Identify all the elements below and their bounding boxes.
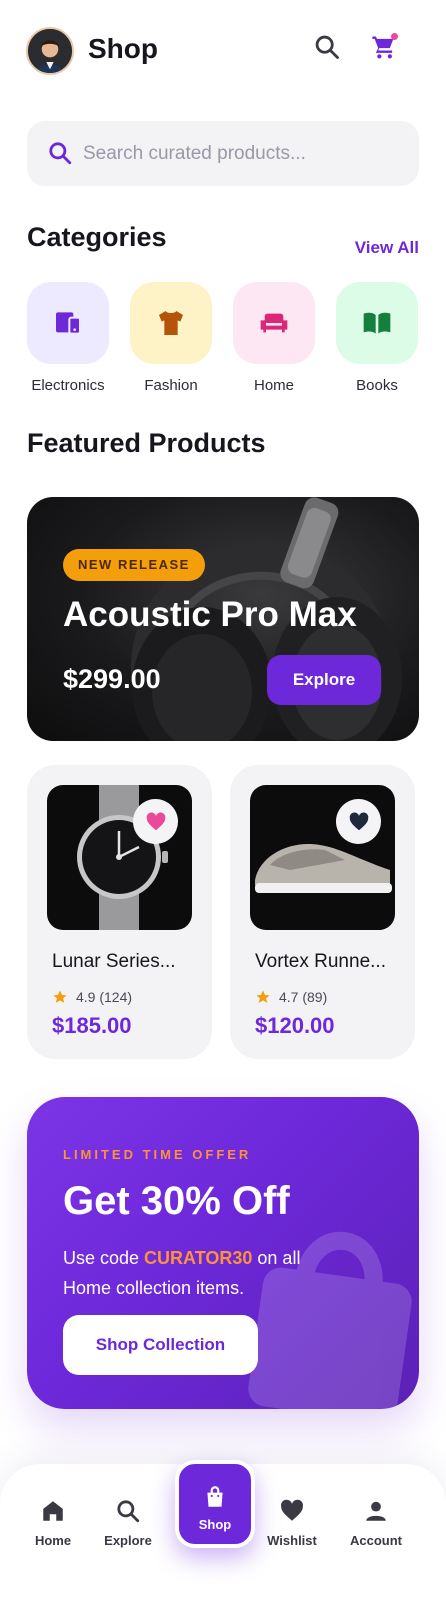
product-name: Lunar Series... (52, 951, 176, 972)
person-icon (366, 1501, 386, 1521)
promo-desc-before: Use code (63, 1248, 145, 1268)
devices-icon (56, 312, 81, 335)
heart-icon (281, 1499, 304, 1521)
category-electronics[interactable]: Electronics (27, 282, 109, 394)
category-tile (336, 282, 418, 364)
avatar[interactable] (26, 27, 74, 75)
category-label: Books (356, 377, 398, 394)
nav-explore[interactable]: Explore (88, 1498, 168, 1548)
product-rating: 4.9 (124) (52, 989, 132, 1005)
promo-title: Get 30% Off (63, 1179, 290, 1223)
promo-code: CURATOR30 (144, 1248, 253, 1268)
nav-account[interactable]: Account (336, 1498, 416, 1548)
search-icon (117, 1500, 140, 1523)
cart-icon[interactable] (370, 33, 398, 61)
view-all-link[interactable]: View All (355, 238, 419, 258)
product-name: Vortex Runne... (255, 951, 386, 972)
rating-text: 4.7 (89) (279, 989, 328, 1005)
nav-label: Home (34, 1533, 72, 1548)
nav-label: Account (350, 1533, 402, 1548)
nav-label: Shop (198, 1517, 232, 1532)
bottom-nav: Home Explore Shop Wishlist Account (0, 1460, 446, 1600)
app-header: Shop (0, 0, 446, 100)
sofa-icon (260, 313, 288, 333)
nav-label: Explore (104, 1533, 152, 1548)
product-price: $185.00 (52, 1013, 132, 1038)
cart-badge (391, 33, 398, 40)
nav-shop[interactable]: Shop (175, 1460, 255, 1548)
featured-title: Featured Products (27, 428, 266, 458)
category-label: Fashion (144, 377, 198, 394)
categories-title: Categories (27, 222, 167, 252)
star-icon (53, 990, 67, 1003)
hero-title: Acoustic Pro Max (63, 595, 357, 634)
nav-home[interactable]: Home (13, 1498, 93, 1548)
category-fashion[interactable]: Fashion (130, 282, 212, 394)
category-tile (233, 282, 315, 364)
shirt-icon (159, 311, 183, 335)
product-price: $120.00 (255, 1013, 335, 1038)
promo-banner: LIMITED TIME OFFER Get 30% Off Use code … (27, 1097, 419, 1409)
shopping-bag-icon (207, 1486, 223, 1507)
promo-description: Use code CURATOR30 on all Home collectio… (63, 1243, 343, 1303)
heart-icon (349, 811, 368, 830)
category-label: Home (253, 377, 294, 394)
product-rating: 4.7 (89) (255, 989, 327, 1005)
search-icon[interactable] (313, 33, 341, 61)
shop-collection-button[interactable]: Shop Collection (63, 1315, 258, 1375)
nav-wishlist[interactable]: Wishlist (252, 1498, 332, 1548)
home-icon (43, 1501, 63, 1521)
heart-icon (146, 811, 165, 830)
favorite-button[interactable] (336, 799, 381, 844)
product-card[interactable]: Vortex Runne... 4.7 (89) $120.00 (230, 765, 415, 1059)
category-books[interactable]: Books (336, 282, 418, 394)
category-home[interactable]: Home (233, 282, 315, 394)
hero-price: $299.00 (63, 664, 161, 694)
app-title: Shop (88, 33, 158, 64)
favorite-button[interactable] (133, 799, 178, 844)
nav-label: Wishlist (267, 1533, 317, 1548)
product-card[interactable]: Lunar Series... 4.9 (124) $185.00 (27, 765, 212, 1059)
book-icon (363, 312, 391, 334)
search-icon (49, 142, 72, 165)
avatar-image (28, 29, 72, 73)
explore-button[interactable]: Explore (267, 655, 381, 705)
category-tile (27, 282, 109, 364)
promo-kicker: LIMITED TIME OFFER (63, 1147, 252, 1162)
category-label: Electronics (31, 377, 105, 394)
rating-text: 4.9 (124) (76, 989, 133, 1005)
category-tile (130, 282, 212, 364)
new-release-badge: NEW RELEASE (63, 549, 205, 581)
search-input[interactable]: Search curated products... (27, 121, 419, 186)
hero-card[interactable]: NEW RELEASE Acoustic Pro Max $299.00 Exp… (27, 497, 419, 741)
star-icon (256, 990, 270, 1003)
search-placeholder: Search curated products... (83, 143, 306, 164)
